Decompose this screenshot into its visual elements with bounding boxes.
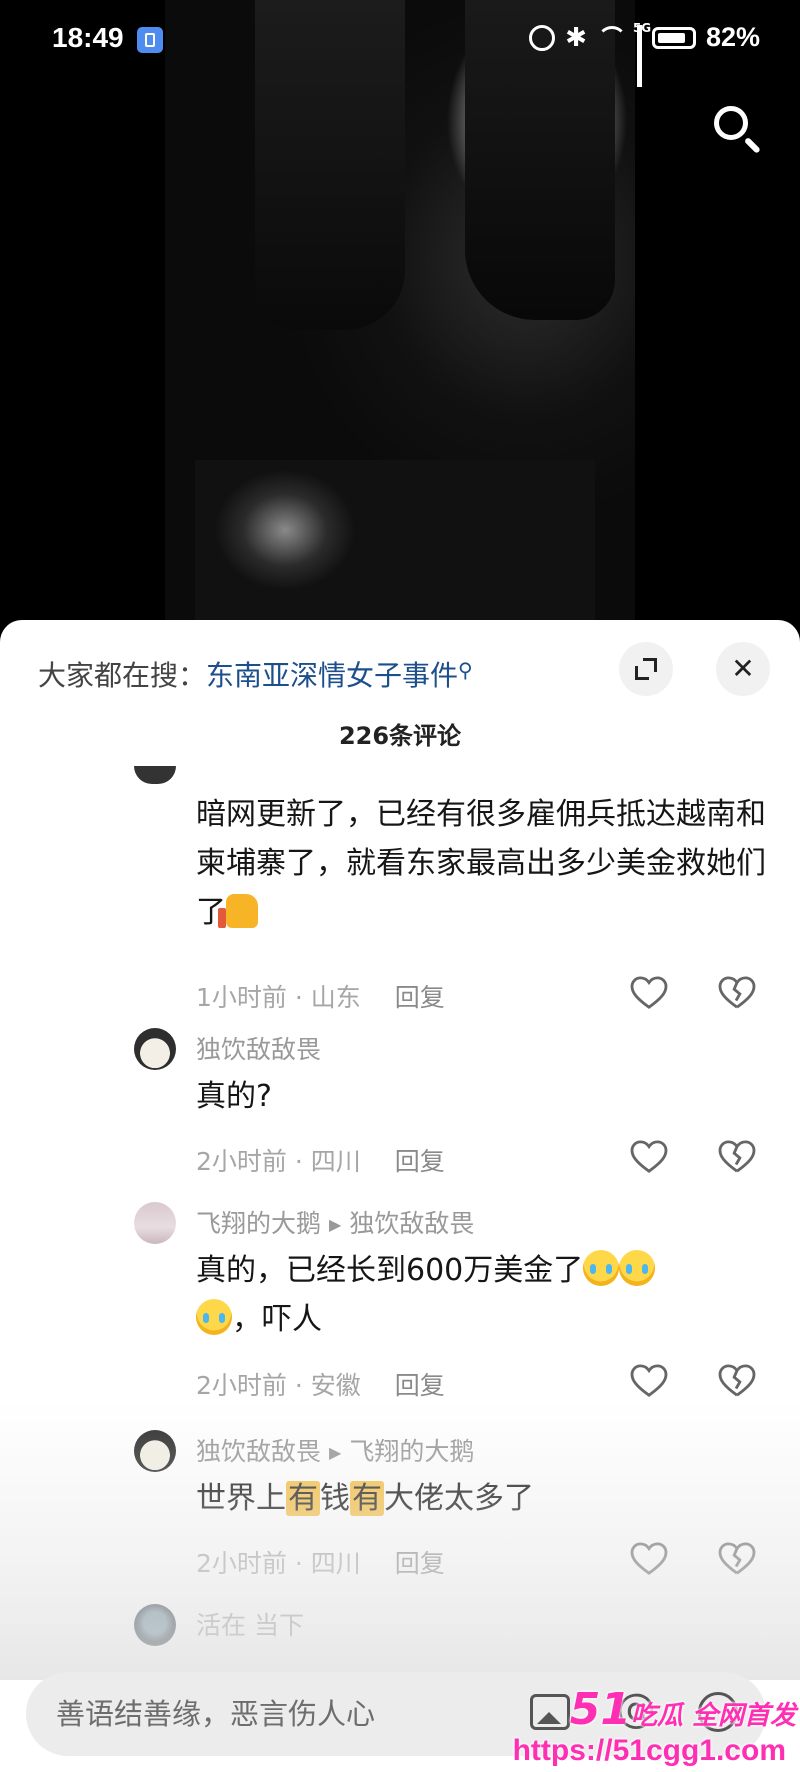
comment-meta: 2小时前 · 四川 回复 xyxy=(196,1142,445,1178)
reply-button[interactable]: 回复 xyxy=(395,1147,445,1176)
reply-button[interactable]: 回复 xyxy=(395,983,445,1012)
watermark-url: https://51cgg1.com xyxy=(512,1734,786,1767)
comment-time: 2小时前 · 安徽 xyxy=(196,1371,361,1400)
comment-text: 暗网更新了，已经有很多雇佣兵抵达越南和柬埔寨了，就看东家最高出多少美金救她们了 xyxy=(196,797,766,930)
expand-button[interactable] xyxy=(619,642,673,696)
comment-text: 真的，已经长到600万美金了 ，吓人 xyxy=(196,1246,766,1344)
bluetooth-icon: ✱ xyxy=(565,22,587,53)
comment-time: 2小时前 · 四川 xyxy=(196,1147,361,1176)
trending-term-link[interactable]: 东南亚深情女子事件 xyxy=(206,659,458,692)
avatar[interactable] xyxy=(134,1028,176,1070)
thumbs-up-emoji xyxy=(218,894,258,928)
reply-button[interactable]: 回复 xyxy=(395,1549,445,1578)
battery-icon xyxy=(651,26,696,49)
signal-icon: 5G xyxy=(633,21,651,87)
comment-time: 1小时前 · 山东 xyxy=(196,983,361,1012)
watermark-brand: 51吃瓜 全网首发 xyxy=(569,1684,796,1735)
close-icon: ✕ xyxy=(731,652,755,685)
avatar[interactable] xyxy=(134,1604,176,1646)
comment-username-line: 飞翔的大鹅 ▶ 独饮敌敌畏 xyxy=(196,1204,474,1240)
trending-prefix: 大家都在搜： xyxy=(38,659,207,692)
comment-sheet: 大家都在搜：东南亚深情女子事件⚲ ✕ 226条评论 暗网更新了，已经有很多雇佣兵… xyxy=(0,620,800,1772)
broken-heart-icon[interactable] xyxy=(718,1364,756,1398)
comment-input[interactable]: 善语结善缘，恶言伤人心 xyxy=(56,1672,375,1756)
comment-username[interactable]: 飞翔的大鹅 xyxy=(196,1209,321,1238)
avatar[interactable] xyxy=(134,766,176,784)
search-button[interactable] xyxy=(708,100,764,156)
alarm-icon xyxy=(529,24,556,51)
search-icon xyxy=(714,106,748,140)
reply-button[interactable]: 回复 xyxy=(395,1371,445,1400)
broken-heart-icon[interactable] xyxy=(718,976,756,1010)
status-time: 18:49 xyxy=(52,22,124,53)
comment-meta: 1小时前 · 山东 回复 xyxy=(196,978,445,1014)
avatar[interactable] xyxy=(134,1202,176,1244)
crying-emoji xyxy=(583,1250,620,1286)
notification-icon xyxy=(137,27,163,53)
comment-meta: 2小时前 · 四川 回复 xyxy=(196,1544,445,1580)
video-player[interactable]: 18:49 ✱ 5G 82% xyxy=(0,0,800,640)
crying-emoji xyxy=(196,1299,232,1335)
broken-heart-icon[interactable] xyxy=(718,1542,756,1576)
comment-username-line: 独饮敌敌畏 ▶ 飞翔的大鹅 xyxy=(196,1432,474,1468)
avatar[interactable] xyxy=(134,1430,176,1472)
wifi-icon xyxy=(596,25,627,50)
expand-icon xyxy=(635,658,657,680)
network-type: 5G xyxy=(632,20,652,35)
highlighted-keyword: 有 xyxy=(350,1481,384,1516)
comment-username[interactable]: 活在 当下 xyxy=(196,1606,304,1642)
comment-username[interactable]: 独饮敌敌畏 xyxy=(196,1030,321,1066)
watermark: 51吃瓜 全网首发 https://51cgg1.com xyxy=(466,1684,796,1772)
comment-text: 世界上有钱有大佬太多了 xyxy=(196,1481,534,1516)
heart-icon[interactable] xyxy=(630,1140,668,1174)
heart-icon[interactable] xyxy=(630,1542,668,1576)
reply-to-username[interactable]: 独饮敌敌畏 xyxy=(349,1209,474,1238)
reply-to-username[interactable]: 飞翔的大鹅 xyxy=(349,1437,474,1466)
reply-arrow-icon: ▶ xyxy=(329,1215,342,1234)
comment-time: 2小时前 · 四川 xyxy=(196,1549,361,1578)
highlighted-keyword: 有 xyxy=(286,1481,320,1516)
trending-search[interactable]: 大家都在搜：东南亚深情女子事件⚲ xyxy=(38,654,473,694)
reply-arrow-icon: ▶ xyxy=(329,1443,342,1462)
video-frame xyxy=(165,0,635,640)
status-bar: 18:49 ✱ 5G 82% xyxy=(0,0,800,87)
video-frame-inset-photo xyxy=(195,460,595,640)
comment-text: 真的? xyxy=(196,1079,272,1114)
broken-heart-icon[interactable] xyxy=(718,1140,756,1174)
comment-username[interactable]: 独饮敌敌畏 xyxy=(196,1437,321,1466)
comment-count: 226条评论 xyxy=(338,722,462,750)
small-search-icon: ⚲ xyxy=(458,658,473,682)
battery-percent: 82% xyxy=(705,22,760,52)
crying-emoji xyxy=(619,1250,656,1286)
close-button[interactable]: ✕ xyxy=(716,642,770,696)
heart-icon[interactable] xyxy=(630,1364,668,1398)
comment-meta: 2小时前 · 安徽 回复 xyxy=(196,1366,445,1402)
heart-icon[interactable] xyxy=(630,976,668,1010)
